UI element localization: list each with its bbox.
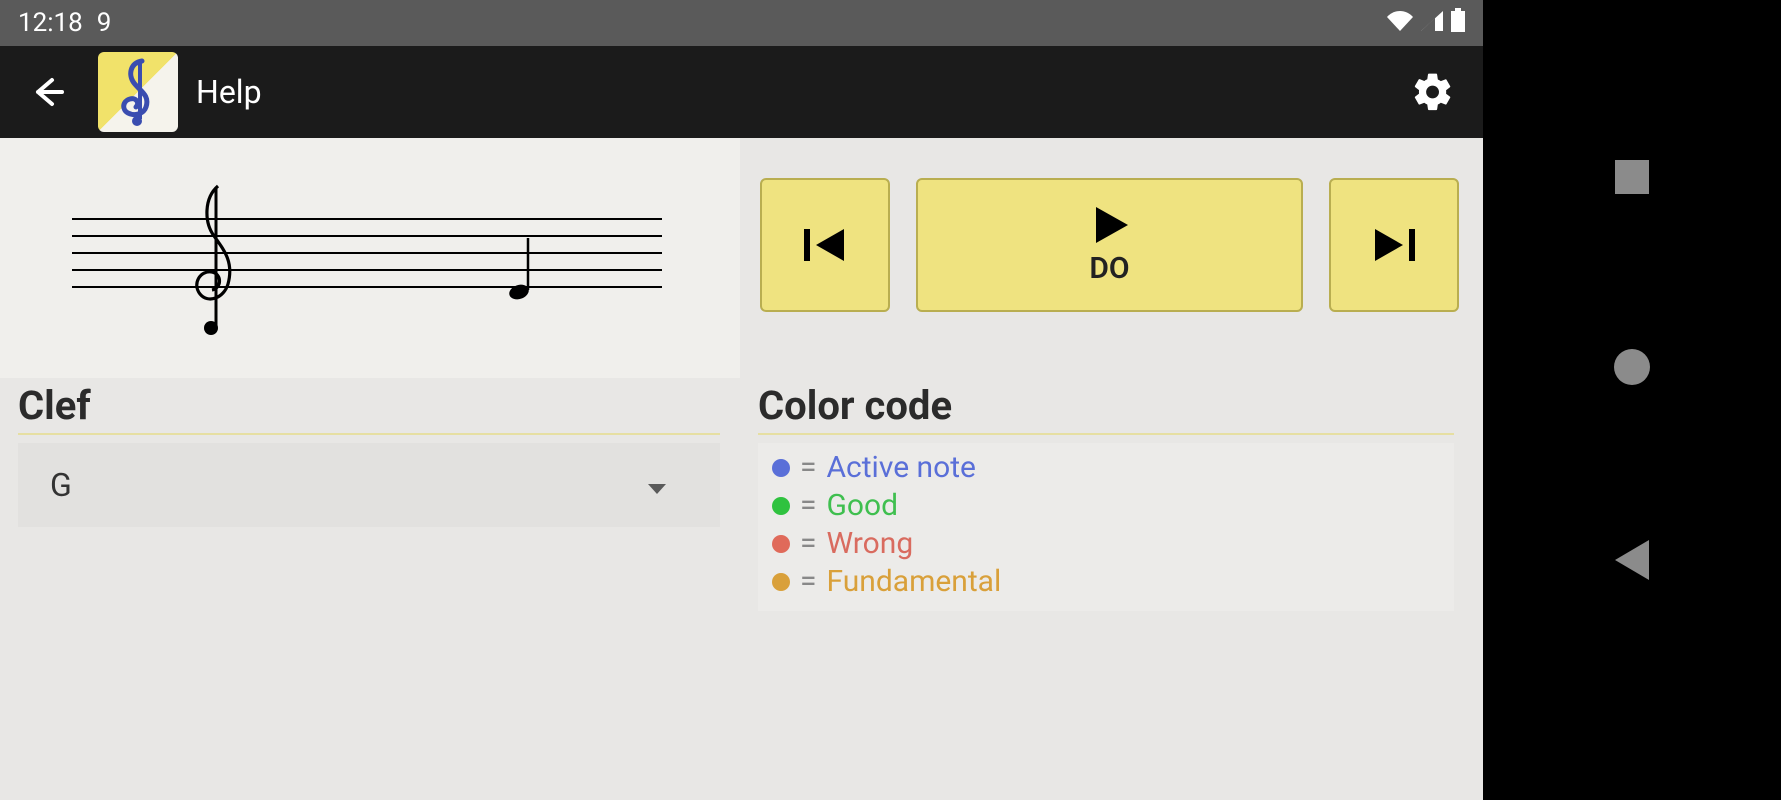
legend-label: Wrong xyxy=(826,525,913,563)
wifi-icon xyxy=(1387,8,1413,38)
nav-back-button[interactable] xyxy=(1615,540,1649,580)
playback-controls: DO xyxy=(760,178,1459,328)
play-button-label: DO xyxy=(1089,251,1129,286)
page-title: Help xyxy=(196,73,262,111)
settings-button[interactable] xyxy=(1409,68,1457,116)
nav-home-button[interactable] xyxy=(1614,349,1650,385)
legend-row-fundamental: = Fundamental xyxy=(772,563,1440,601)
legend-label: Fundamental xyxy=(826,563,1001,601)
color-legend: = Active note = Good = Wrong = Fundament… xyxy=(758,443,1454,611)
status-bar: 12:18 9 xyxy=(0,0,1483,46)
skip-previous-icon xyxy=(798,225,852,265)
equals-icon: = xyxy=(800,449,816,487)
dropdown-caret-icon xyxy=(646,466,668,504)
equals-icon: = xyxy=(800,563,816,601)
legend-label: Good xyxy=(826,487,898,525)
legend-row-wrong: = Wrong xyxy=(772,525,1440,563)
equals-icon: = xyxy=(800,525,816,563)
divider xyxy=(758,433,1454,435)
skip-next-icon xyxy=(1367,225,1421,265)
status-extra-icon: 9 xyxy=(97,8,112,38)
battery-icon xyxy=(1451,8,1465,39)
signal-icon xyxy=(1421,8,1443,38)
legend-dot-icon xyxy=(772,497,790,515)
legend-dot-icon xyxy=(772,535,790,553)
clef-panel-title: Clef xyxy=(18,382,720,429)
app-bar: Help xyxy=(0,46,1483,138)
legend-dot-icon xyxy=(772,573,790,591)
clef-select-value: G xyxy=(50,466,72,504)
app-screen: 12:18 9 Help xyxy=(0,0,1483,800)
staff-area xyxy=(0,138,740,378)
android-nav-rail xyxy=(1483,0,1781,800)
divider xyxy=(18,433,720,435)
previous-button[interactable] xyxy=(760,178,890,312)
legend-row-active: = Active note xyxy=(772,449,1440,487)
legend-dot-icon xyxy=(772,459,790,477)
back-button[interactable] xyxy=(26,70,70,114)
status-time: 12:18 xyxy=(18,8,83,38)
nav-recent-button[interactable] xyxy=(1615,160,1649,194)
music-staff xyxy=(72,218,662,288)
next-button[interactable] xyxy=(1329,178,1459,312)
legend-row-good: = Good xyxy=(772,487,1440,525)
color-code-panel: Color code = Active note = Good = Wrong xyxy=(758,382,1454,611)
clef-panel: Clef G xyxy=(18,382,720,527)
play-icon xyxy=(1086,205,1134,245)
music-note-icon xyxy=(508,238,536,300)
play-button[interactable]: DO xyxy=(916,178,1303,312)
legend-label: Active note xyxy=(826,449,975,487)
treble-clef-icon xyxy=(190,180,240,340)
app-icon xyxy=(98,52,178,132)
equals-icon: = xyxy=(800,487,816,525)
clef-select[interactable]: G xyxy=(18,443,720,527)
color-code-title: Color code xyxy=(758,382,1454,429)
